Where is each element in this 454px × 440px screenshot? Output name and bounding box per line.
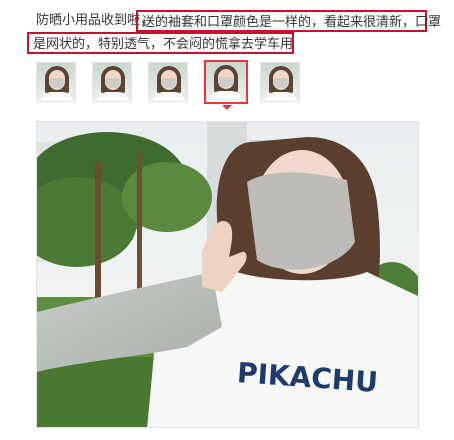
highlight-box-1: 送的袖套和口罩颜色是一样的，看起来很清新，口罩 [136, 10, 441, 32]
thumbnail-3[interactable] [148, 62, 188, 102]
main-review-photo[interactable]: PIKACHU [36, 121, 419, 428]
selected-caret-icon [222, 105, 232, 110]
thumbnail-5[interactable] [260, 62, 300, 102]
review-highlight-2: 是网状的，特别透气，不会闷的慌拿去学车用 [33, 37, 294, 52]
thumbnail-1[interactable] [36, 62, 76, 102]
thumbnail-4-selected[interactable] [204, 60, 248, 104]
review-highlight-1: 送的袖套和口罩颜色是一样的，看起来很清新，口罩 [142, 15, 442, 30]
thumbnail-2[interactable] [92, 62, 132, 102]
highlight-box-2: 是网状的，特别透气，不会闷的慌拿去学车用 [27, 32, 294, 54]
